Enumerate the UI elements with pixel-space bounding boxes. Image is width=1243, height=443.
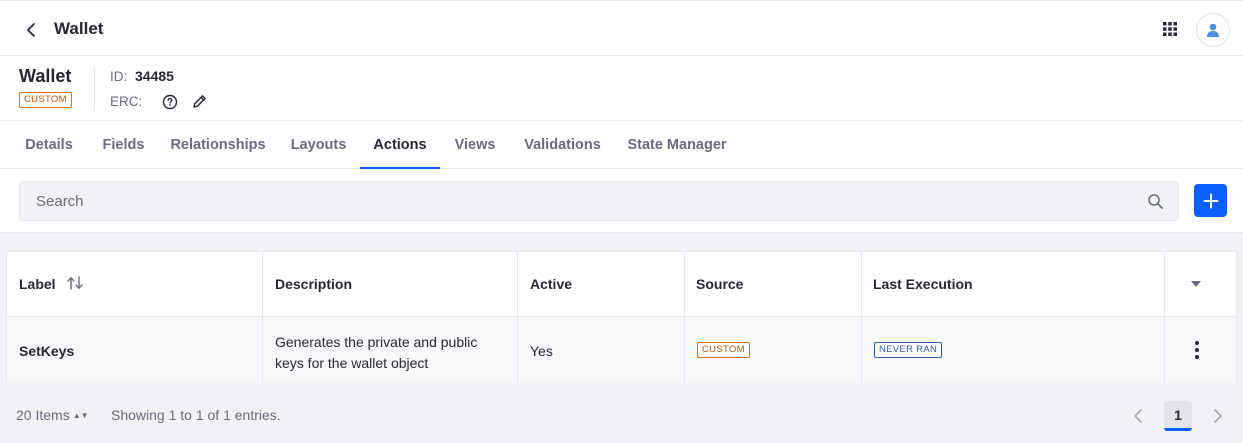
header-divider bbox=[94, 66, 95, 111]
grid-icon bbox=[1163, 22, 1177, 36]
user-avatar[interactable] bbox=[1196, 13, 1230, 47]
chevron-left-icon[interactable] bbox=[1131, 407, 1145, 425]
apps-button[interactable] bbox=[1161, 20, 1179, 38]
kebab-menu-icon[interactable] bbox=[1191, 339, 1203, 361]
chevron-right-icon[interactable] bbox=[1211, 407, 1225, 425]
id-value: 34485 bbox=[135, 68, 174, 84]
top-bar: Wallet bbox=[0, 0, 1243, 56]
pencil-icon[interactable] bbox=[191, 93, 208, 110]
actions-table: Label Description Active Source Last Exe… bbox=[6, 251, 1237, 383]
page-title: Wallet bbox=[54, 19, 104, 38]
column-last-execution: Last Execution bbox=[873, 276, 973, 292]
user-icon bbox=[1207, 23, 1219, 37]
sort-icon[interactable] bbox=[66, 276, 84, 290]
tab-state-manager[interactable]: State Manager bbox=[622, 121, 732, 169]
search-bar bbox=[19, 181, 1179, 221]
cell-active: Yes bbox=[530, 343, 553, 359]
search-input[interactable] bbox=[20, 182, 1140, 220]
pagination-results: Showing 1 to 1 of 1 entries. bbox=[111, 407, 281, 423]
tab-bar: Details Fields Relationships Layouts Act… bbox=[0, 121, 1243, 170]
column-divider bbox=[517, 252, 518, 383]
items-per-page-label: 20 Items bbox=[16, 407, 70, 423]
management-toolbar bbox=[0, 169, 1243, 233]
tab-layouts[interactable]: Layouts bbox=[285, 121, 352, 169]
tab-fields[interactable]: Fields bbox=[96, 121, 151, 169]
add-action-button[interactable] bbox=[1194, 184, 1227, 217]
page-1-button[interactable]: 1 bbox=[1164, 401, 1192, 431]
object-header: Wallet CUSTOM ID: 34485 ERC: bbox=[0, 56, 1243, 121]
back-button[interactable] bbox=[20, 19, 42, 41]
id-label: ID: bbox=[110, 69, 128, 84]
table-header: Label Description Active Source Last Exe… bbox=[7, 252, 1236, 317]
sort-caret-icon: ▲▼ bbox=[72, 411, 89, 420]
column-divider bbox=[861, 252, 862, 383]
cell-description: Generates the private and public keys fo… bbox=[275, 334, 478, 371]
erc-label: ERC: bbox=[110, 94, 143, 109]
items-per-page-dropdown[interactable]: 20 Items ▲▼ bbox=[16, 407, 89, 423]
tab-details[interactable]: Details bbox=[19, 121, 79, 169]
chevron-left-icon bbox=[27, 23, 35, 37]
custom-badge: CUSTOM bbox=[19, 92, 72, 108]
column-description: Description bbox=[275, 276, 353, 292]
column-label[interactable]: Label bbox=[19, 276, 56, 292]
column-divider bbox=[262, 252, 263, 383]
plus-icon bbox=[1203, 193, 1218, 208]
tab-validations[interactable]: Validations bbox=[518, 121, 607, 169]
table-row[interactable] bbox=[7, 317, 1236, 383]
tab-relationships[interactable]: Relationships bbox=[166, 121, 270, 169]
cell-label[interactable]: SetKeys bbox=[19, 343, 74, 359]
search-icon[interactable] bbox=[1147, 193, 1164, 210]
column-source: Source bbox=[696, 276, 744, 292]
column-divider bbox=[684, 252, 685, 383]
caret-down-icon[interactable] bbox=[1189, 278, 1203, 290]
object-title: Wallet bbox=[19, 66, 72, 86]
help-icon[interactable] bbox=[162, 94, 178, 110]
source-badge: CUSTOM bbox=[697, 342, 750, 358]
last-execution-badge: NEVER RAN bbox=[874, 342, 943, 358]
column-active: Active bbox=[530, 276, 573, 292]
tab-actions[interactable]: Actions bbox=[360, 121, 440, 170]
tab-views[interactable]: Views bbox=[447, 121, 503, 169]
column-divider bbox=[1164, 252, 1165, 383]
